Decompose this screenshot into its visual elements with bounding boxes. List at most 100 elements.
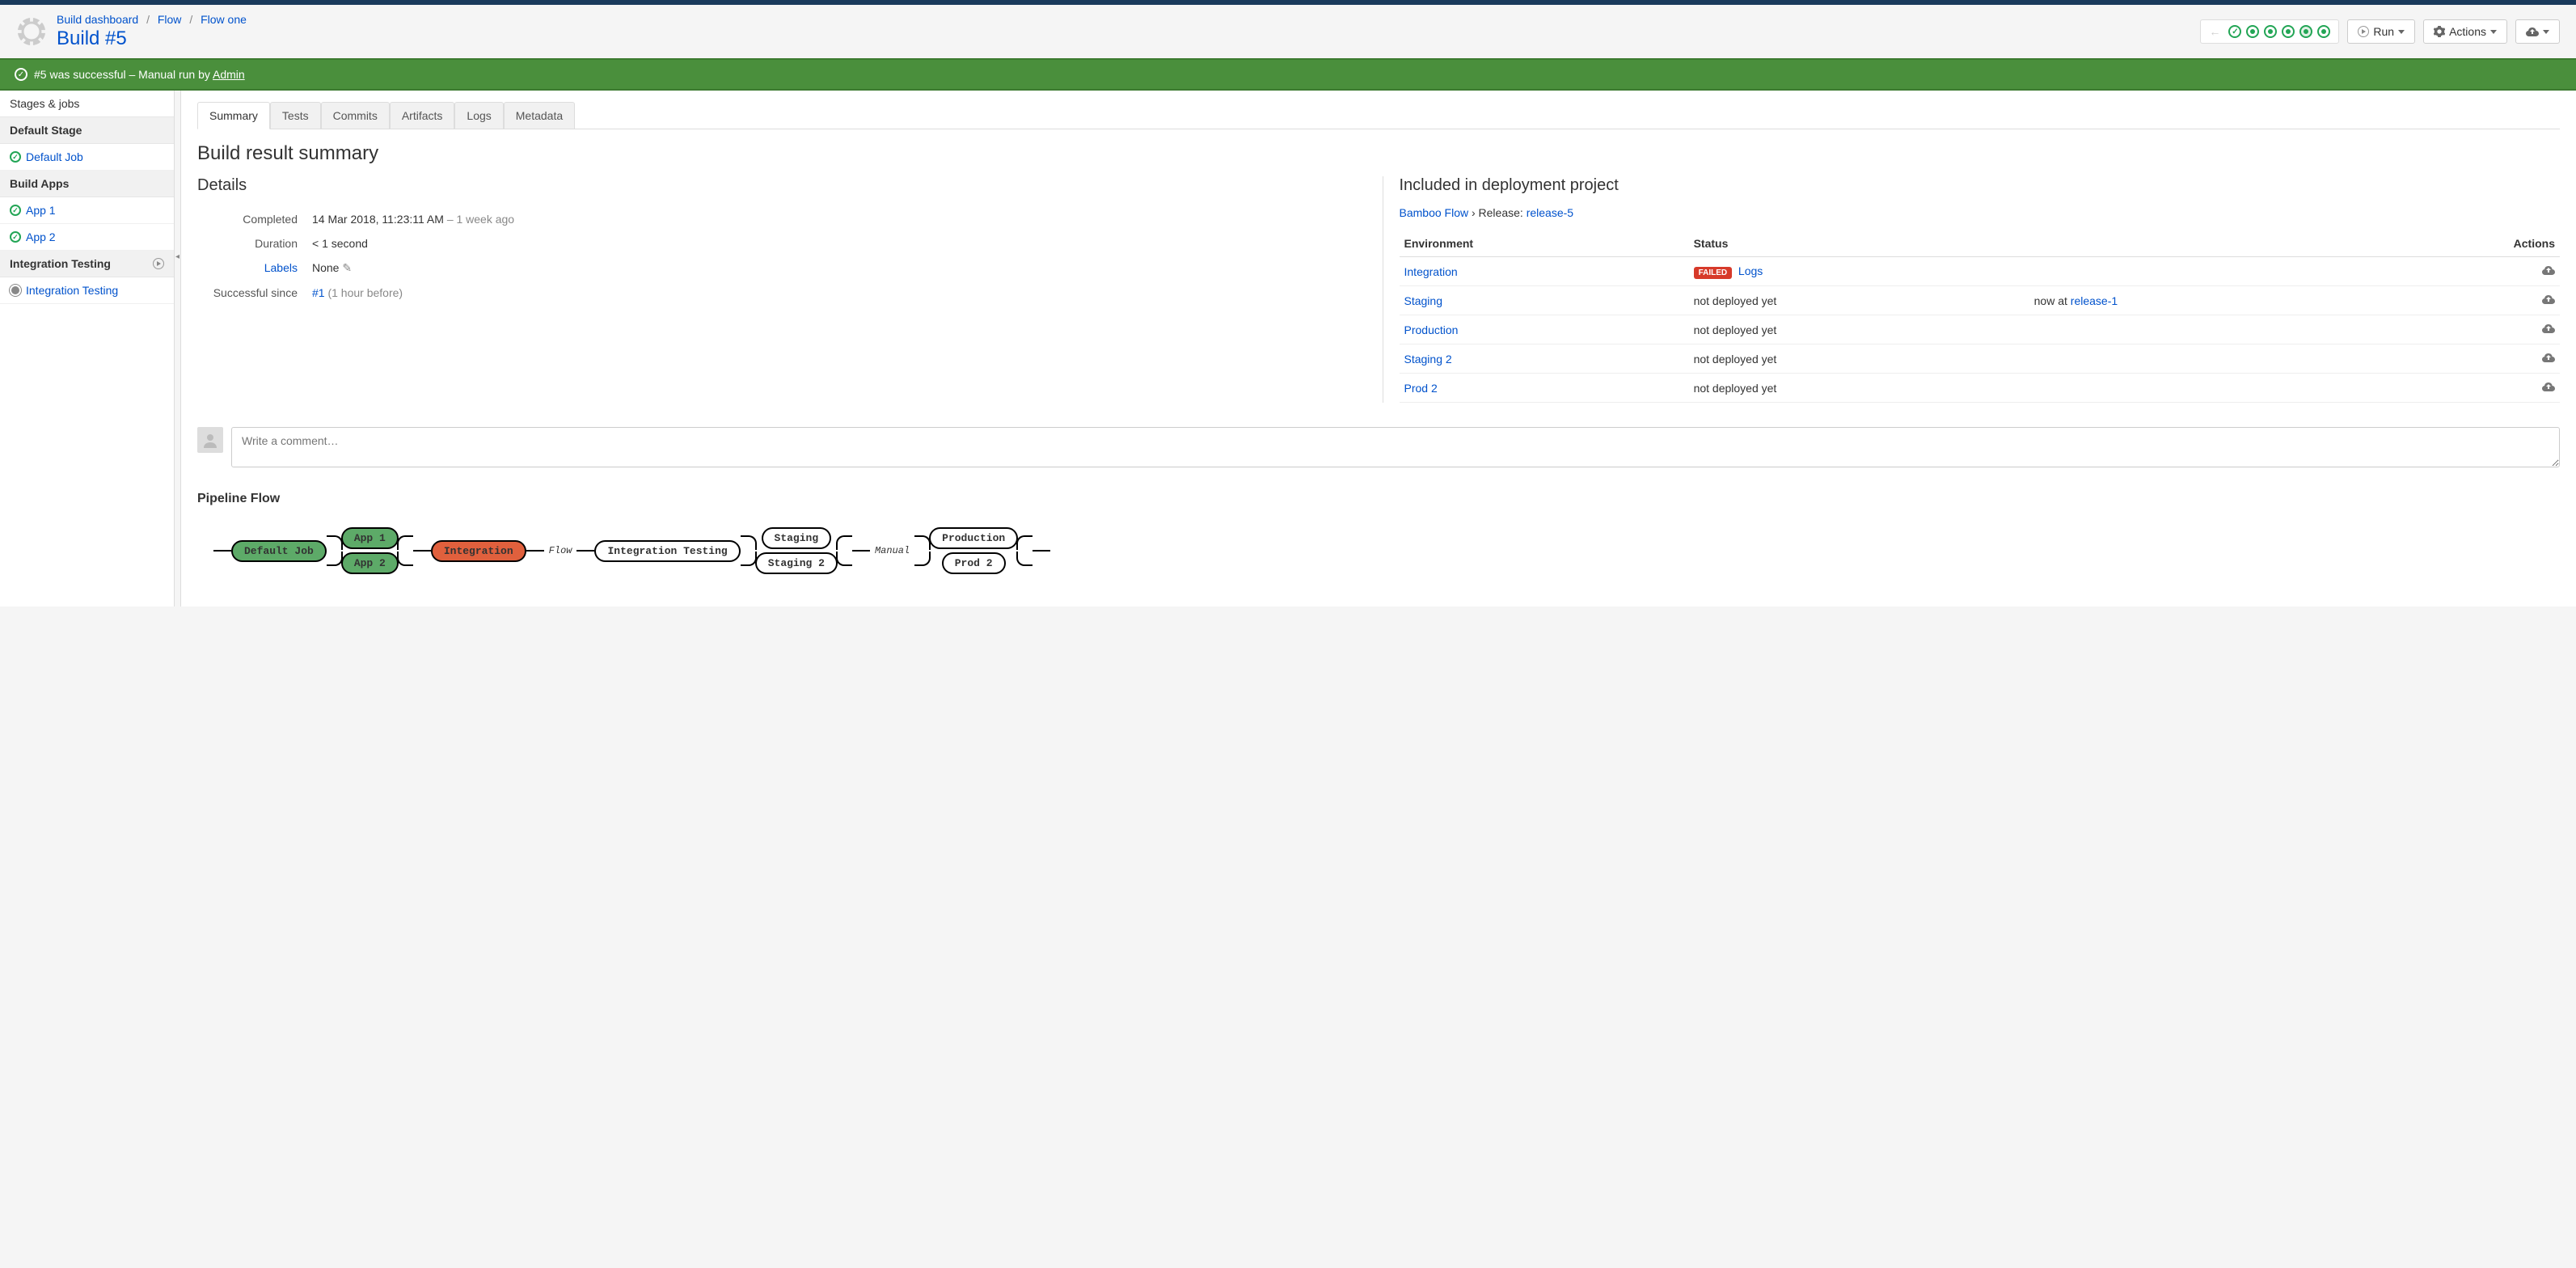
status-dot-icon[interactable] [2317, 25, 2330, 38]
env-link[interactable]: Staging [1404, 294, 1442, 307]
env-link[interactable]: Production [1404, 323, 1459, 336]
breadcrumb-flow[interactable]: Flow [158, 13, 182, 26]
pipeline-node-prod2: Prod 2 [942, 552, 1006, 574]
logs-link[interactable]: Logs [1738, 264, 1763, 277]
tab-artifacts[interactable]: Artifacts [390, 102, 455, 129]
deploy-dropdown-button[interactable] [2515, 19, 2560, 44]
pipeline-heading: Pipeline Flow [197, 492, 2560, 506]
deployment-release-link[interactable]: release-5 [1527, 206, 1573, 219]
env-link[interactable]: Staging 2 [1404, 353, 1452, 366]
tab-commits[interactable]: Commits [321, 102, 390, 129]
tab-metadata[interactable]: Metadata [504, 102, 575, 129]
check-circle-icon: ✓ [15, 68, 27, 81]
prev-build-icon[interactable]: ← [2209, 25, 2220, 38]
edit-labels-icon[interactable]: ✎ [342, 261, 352, 274]
page-title: Build #5 [57, 27, 2200, 50]
tab-logs[interactable]: Logs [454, 102, 503, 129]
deploy-action-icon[interactable] [2542, 383, 2555, 395]
success-icon [10, 205, 21, 216]
status-dot-icon[interactable] [2246, 25, 2259, 38]
deploy-extra: now at release-1 [2029, 286, 2372, 315]
deployment-heading: Included in deployment project [1400, 176, 2561, 195]
details-heading: Details [197, 176, 1358, 195]
sidebar-item-app2[interactable]: App 2 [0, 224, 174, 251]
details-label: Completed [199, 208, 304, 230]
run-button[interactable]: Run [2347, 19, 2415, 44]
deploy-row: Integration FAILED Logs [1400, 257, 2561, 286]
details-value: < 1 second [306, 232, 1357, 255]
deploy-action-icon[interactable] [2542, 266, 2555, 279]
status-text: not deployed yet [1689, 315, 2029, 344]
deploy-row: Production not deployed yet [1400, 315, 2561, 344]
actions-button[interactable]: Actions [2423, 19, 2507, 44]
status-text: not deployed yet [1689, 344, 2029, 374]
breadcrumb: Build dashboard / Flow / Flow one [57, 13, 2200, 26]
build-status-strip: ← [2200, 19, 2339, 44]
gear-icon [2434, 26, 2445, 37]
deploy-action-icon[interactable] [2542, 295, 2555, 308]
status-text: not deployed yet [1689, 374, 2029, 403]
sidebar-collapse-handle[interactable]: ◂ [175, 91, 181, 607]
col-actions: Actions [2372, 230, 2560, 257]
play-icon [2358, 26, 2369, 37]
success-icon [10, 231, 21, 243]
breadcrumb-build-dashboard[interactable]: Build dashboard [57, 13, 138, 26]
deploy-row: Prod 2 not deployed yet [1400, 374, 2561, 403]
status-dot-icon[interactable] [2282, 25, 2295, 38]
details-table: Completed 14 Mar 2018, 11:23:11 AM – 1 w… [197, 206, 1358, 306]
sidebar-item-integration-testing[interactable]: Integration Testing [0, 277, 174, 304]
app-logo-icon [16, 16, 47, 47]
chevron-down-icon [2543, 30, 2549, 34]
tab-tests[interactable]: Tests [270, 102, 321, 129]
release-link[interactable]: release-1 [2071, 294, 2118, 307]
sidebar-group-integration-testing: Integration Testing [0, 251, 174, 277]
pipeline-label-manual: Manual [875, 545, 910, 556]
sidebar-group-build-apps: Build Apps [0, 171, 174, 197]
details-label: Duration [199, 232, 304, 255]
section-title: Build result summary [197, 142, 2560, 165]
since-build-link[interactable]: #1 [312, 286, 325, 299]
deploy-action-icon[interactable] [2542, 353, 2555, 366]
sidebar-group-default-stage: Default Stage [0, 117, 174, 144]
sidebar-item-app1[interactable]: App 1 [0, 197, 174, 224]
details-value: None ✎ [306, 256, 1357, 280]
details-value: #1 (1 hour before) [306, 281, 1357, 304]
status-dot-icon[interactable] [2228, 25, 2241, 38]
play-icon[interactable] [153, 258, 164, 269]
comment-input[interactable] [231, 427, 2560, 467]
status-dot-icon[interactable] [2299, 25, 2312, 38]
pipeline-node-staging: Staging [762, 527, 832, 549]
deploy-row: Staging 2 not deployed yet [1400, 344, 2561, 374]
env-link[interactable]: Prod 2 [1404, 382, 1438, 395]
details-value: 14 Mar 2018, 11:23:11 AM – 1 week ago [306, 208, 1357, 230]
pipeline-node-integration-testing: Integration Testing [594, 540, 740, 562]
deployment-release-line: Bamboo Flow › Release: release-5 [1400, 206, 2561, 219]
pipeline-node-app1: App 1 [341, 527, 399, 549]
deployment-table: Environment Status Actions Integration F… [1400, 230, 2561, 403]
labels-link[interactable]: Labels [264, 261, 298, 274]
col-status: Status [1689, 230, 2029, 257]
pipeline-label-flow: Flow [549, 545, 572, 556]
banner-user-link[interactable]: Admin [213, 68, 245, 81]
sidebar-item-default-job[interactable]: Default Job [0, 144, 174, 171]
details-label: Successful since [199, 281, 304, 304]
chevron-down-icon [2398, 30, 2405, 34]
pipeline-node-production: Production [929, 527, 1018, 549]
sidebar-title: Stages & jobs [0, 91, 174, 117]
col-environment: Environment [1400, 230, 1689, 257]
pipeline-node-app2: App 2 [341, 552, 399, 574]
success-icon [10, 151, 21, 163]
breadcrumb-flow-one[interactable]: Flow one [201, 13, 247, 26]
deployment-project-link[interactable]: Bamboo Flow [1400, 206, 1469, 219]
status-dot-icon[interactable] [2264, 25, 2277, 38]
chevron-down-icon [2490, 30, 2497, 34]
pending-icon [11, 286, 19, 294]
header: Build dashboard / Flow / Flow one Build … [0, 5, 2576, 58]
cloud-upload-icon [2526, 25, 2539, 38]
deploy-action-icon[interactable] [2542, 324, 2555, 337]
pipeline-flow-diagram: Default Job App 1 App 2 Integration Flow… [197, 519, 2560, 582]
pipeline-node-integration: Integration [431, 540, 526, 562]
tab-summary[interactable]: Summary [197, 102, 270, 129]
env-link[interactable]: Integration [1404, 265, 1458, 278]
details-label: Labels [199, 256, 304, 280]
